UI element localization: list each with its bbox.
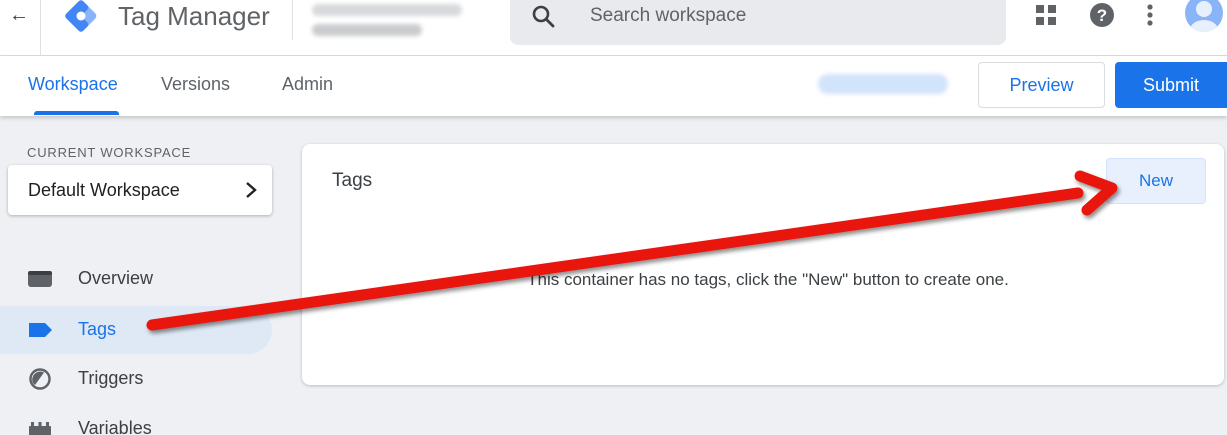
workspace-changes-status	[818, 74, 948, 94]
new-tag-button[interactable]: New	[1106, 158, 1206, 204]
back-arrow-icon[interactable]: ←	[8, 2, 30, 28]
sidebar-item-tags[interactable]: Tags	[0, 306, 272, 354]
app-title: Tag Manager	[118, 1, 270, 31]
chevron-right-icon	[246, 182, 257, 198]
sidebar-item-overview[interactable]: Overview	[0, 255, 272, 303]
current-workspace-label: CURRENT WORKSPACE	[27, 145, 192, 160]
tags-card: Tags New This container has no tags, cli…	[302, 144, 1224, 385]
sidebar-item-label: Triggers	[78, 368, 144, 388]
tab-versions[interactable]: Versions	[161, 74, 230, 95]
search-icon	[532, 5, 555, 28]
tab-workspace[interactable]: Workspace	[28, 74, 118, 95]
page-title: Tags	[332, 170, 373, 191]
svg-text:?: ?	[1097, 6, 1107, 25]
active-tab-indicator	[34, 111, 119, 115]
divider	[40, 0, 41, 56]
tag-icon	[29, 323, 52, 337]
workspace-name: Default Workspace	[28, 180, 180, 200]
sidebar-item-label: Tags	[78, 319, 117, 339]
sidebar-item-label: Overview	[78, 268, 154, 288]
overview-icon	[28, 271, 52, 287]
workspace-selector[interactable]: Default Workspace	[8, 165, 272, 215]
tab-admin[interactable]: Admin	[282, 74, 333, 95]
variables-icon	[29, 422, 51, 435]
apps-grid-icon[interactable]	[1035, 4, 1057, 26]
help-icon[interactable]: ?	[1089, 2, 1115, 28]
trigger-icon	[29, 368, 51, 390]
sidebar-item-label: Variables	[78, 418, 152, 435]
account-container-selector[interactable]	[312, 4, 482, 42]
sidebar-item-variables[interactable]: Variables	[0, 405, 272, 435]
submit-button[interactable]: Submit	[1115, 62, 1227, 108]
search-input[interactable]: Search workspace	[590, 5, 746, 27]
search-bar[interactable]: Search workspace	[510, 0, 1006, 45]
divider	[292, 0, 293, 40]
sidebar-item-triggers[interactable]: Triggers	[0, 355, 272, 403]
more-vert-icon[interactable]	[1144, 2, 1156, 30]
preview-button[interactable]: Preview	[978, 62, 1105, 108]
workspace-nav: Workspace Versions Admin Preview Submit	[0, 56, 1227, 116]
tag-manager-logo-icon[interactable]	[63, 0, 99, 34]
avatar[interactable]	[1185, 0, 1223, 32]
top-bar: ← Tag Manager Search workspace ?	[0, 0, 1227, 56]
empty-state-message: This container has no tags, click the "N…	[527, 270, 1009, 289]
